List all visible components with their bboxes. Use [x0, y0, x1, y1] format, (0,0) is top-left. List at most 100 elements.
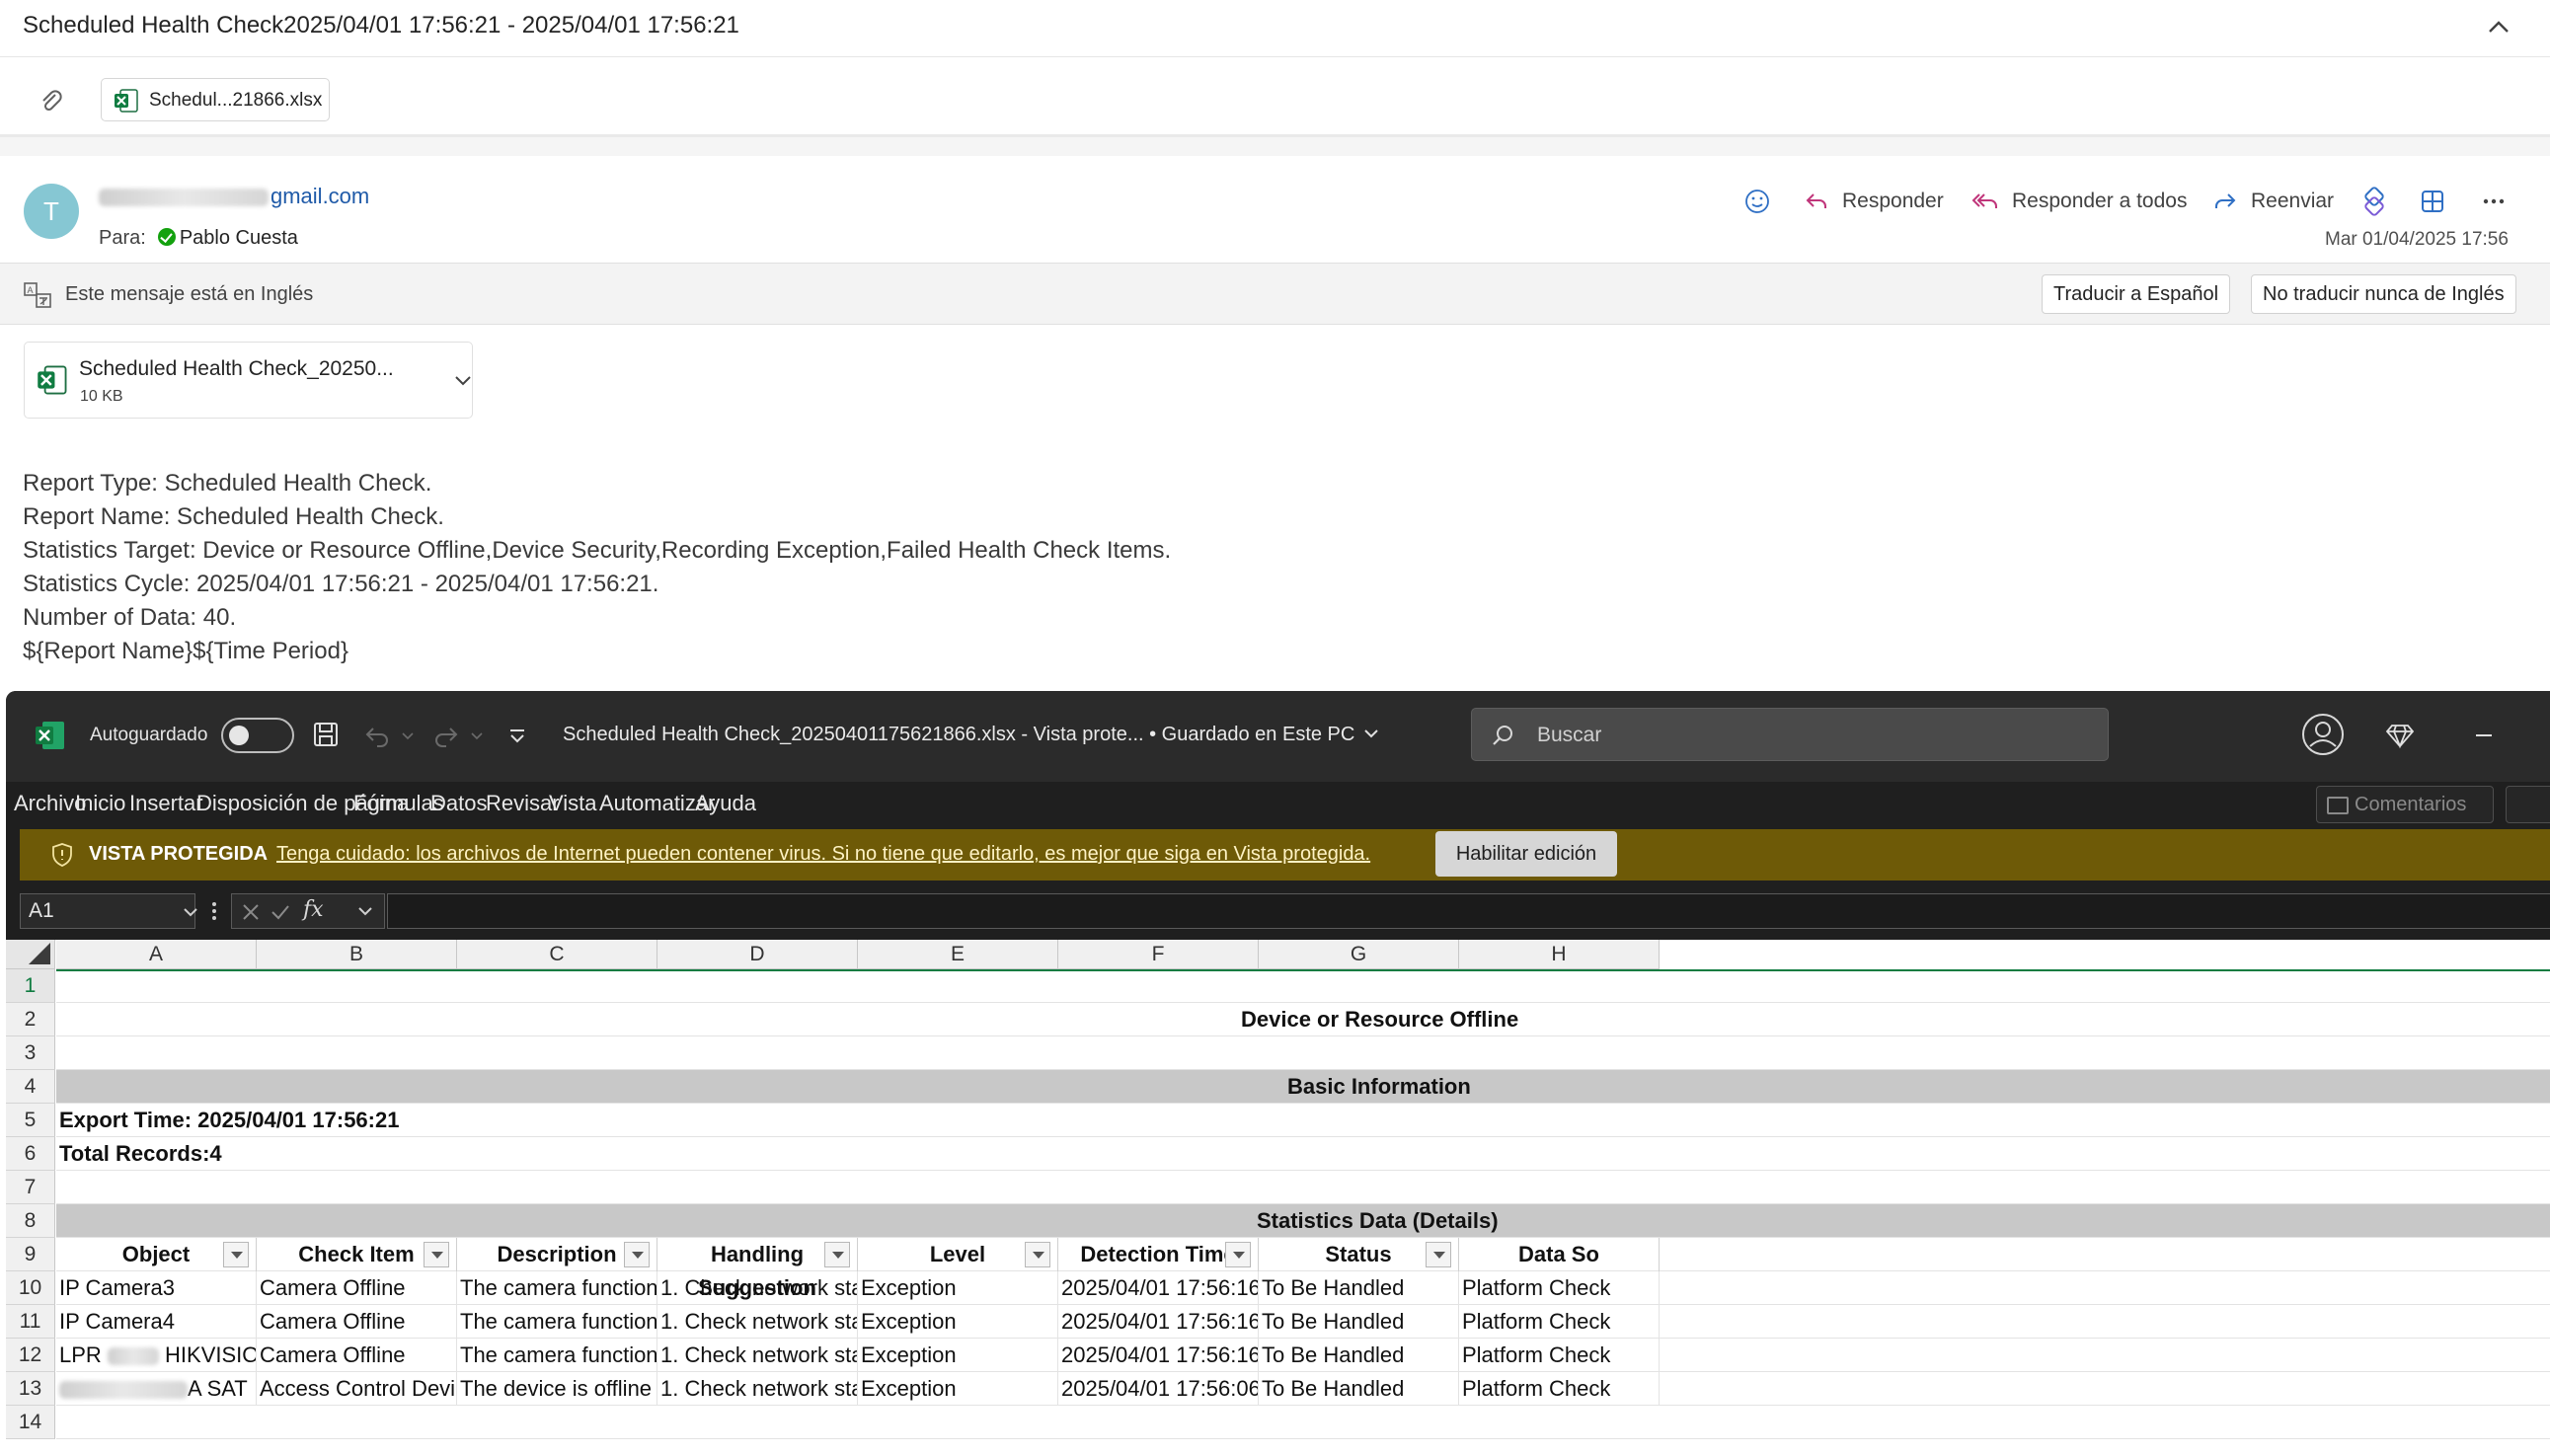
recipient-name[interactable]: Pablo Cuesta	[180, 227, 298, 249]
row-header[interactable]: 7	[6, 1171, 55, 1204]
cell-handling[interactable]: 1. Check network status betwe	[657, 1305, 858, 1339]
apps-button[interactable]	[2420, 182, 2457, 221]
save-icon[interactable]	[310, 719, 342, 750]
cell-level[interactable]: Exception	[858, 1271, 1058, 1305]
column-header-f[interactable]: F	[1058, 940, 1259, 969]
never-translate-button[interactable]: No traducir nunca de Inglés	[2251, 274, 2516, 314]
reply-button[interactable]: Responder	[1803, 182, 1944, 221]
confirm-icon[interactable]	[270, 901, 291, 923]
row-header[interactable]: 6	[6, 1137, 55, 1171]
cancel-icon[interactable]	[240, 901, 262, 923]
cell-check-item[interactable]: Access Control Device Offline	[257, 1372, 457, 1406]
cell-description[interactable]: The camera function is not ava	[457, 1305, 657, 1339]
cell-description[interactable]: The camera function is not ava	[457, 1339, 657, 1372]
reply-all-button[interactable]: Responder a todos	[1970, 182, 2187, 221]
cell-handling[interactable]: 1. Check network status betwe	[657, 1271, 858, 1305]
cell-data-source[interactable]: Platform Check	[1459, 1339, 1660, 1372]
row-header[interactable]: 2	[6, 1003, 55, 1036]
comments-button[interactable]: Comentarios	[2316, 786, 2494, 823]
row-header[interactable]: 9	[6, 1238, 55, 1271]
cell-level[interactable]: Exception	[858, 1305, 1058, 1339]
row-header[interactable]: 10	[6, 1271, 55, 1305]
cell-object[interactable]: LPR HIKVISION	[56, 1339, 257, 1372]
search-input[interactable]: Buscar	[1471, 708, 2109, 761]
menu-insertar[interactable]: Insertar	[129, 791, 203, 816]
formula-input[interactable]	[387, 893, 2550, 929]
row-header[interactable]: 11	[6, 1305, 55, 1339]
name-box[interactable]: A1	[20, 893, 197, 929]
loop-button[interactable]	[2359, 182, 2401, 221]
cell-status[interactable]: To Be Handled	[1259, 1372, 1459, 1406]
redo-icon[interactable]	[432, 723, 486, 750]
share-button[interactable]	[2506, 786, 2550, 823]
column-header-g[interactable]: G	[1259, 940, 1459, 969]
column-header-h[interactable]: H	[1459, 940, 1660, 969]
cell-detection-time[interactable]: 2025/04/01 17:56:16	[1058, 1339, 1259, 1372]
protected-view-message[interactable]: Tenga cuidado: los archivos de Internet …	[276, 843, 1370, 866]
enable-editing-button[interactable]: Habilitar edición	[1435, 831, 1617, 877]
cell-check-item[interactable]: Camera Offline	[257, 1339, 457, 1372]
cell-check-item[interactable]: Camera Offline	[257, 1271, 457, 1305]
vertical-dots-icon[interactable]	[208, 898, 220, 924]
row-header[interactable]: 13	[6, 1372, 55, 1406]
filter-dropdown-icon[interactable]	[223, 1242, 249, 1267]
cell-data-source[interactable]: Platform Check	[1459, 1372, 1660, 1406]
filter-dropdown-icon[interactable]	[824, 1242, 850, 1267]
cell-status[interactable]: To Be Handled	[1259, 1305, 1459, 1339]
cell-description[interactable]: The device is offline due to net	[457, 1372, 657, 1406]
row-header[interactable]: 5	[6, 1104, 55, 1137]
more-actions-button[interactable]	[2480, 182, 2519, 221]
chevron-down-icon[interactable]	[356, 904, 374, 920]
filter-dropdown-icon[interactable]	[424, 1242, 449, 1267]
cell-object[interactable]: IP Camera4	[56, 1305, 257, 1339]
cell-object[interactable]: A SAT	[56, 1372, 257, 1406]
cell-handling[interactable]: 1. Check network status betwe	[657, 1339, 858, 1372]
spreadsheet-grid[interactable]: A B C D E F G H 1 2 3 4 5 6 7 8 9 10 11 …	[6, 940, 2550, 1456]
cell-status[interactable]: To Be Handled	[1259, 1271, 1459, 1305]
cell-detection-time[interactable]: 2025/04/01 17:56:06	[1058, 1372, 1259, 1406]
filter-dropdown-icon[interactable]	[1225, 1242, 1251, 1267]
column-header-d[interactable]: D	[657, 940, 858, 969]
filter-dropdown-icon[interactable]	[624, 1242, 650, 1267]
document-title[interactable]: Scheduled Health Check_20250401175621866…	[563, 724, 1380, 746]
chevron-down-icon[interactable]	[181, 902, 200, 922]
row-header[interactable]: 12	[6, 1339, 55, 1372]
emoji-button[interactable]	[1743, 182, 1783, 221]
filter-dropdown-icon[interactable]	[1426, 1242, 1451, 1267]
cell-detection-time[interactable]: 2025/04/01 17:56:16	[1058, 1271, 1259, 1305]
premium-diamond-icon[interactable]	[2385, 721, 2415, 750]
cell-data-source[interactable]: Platform Check	[1459, 1271, 1660, 1305]
select-all-button[interactable]	[6, 940, 55, 969]
customize-toolbar-icon[interactable]	[505, 725, 529, 748]
cell-handling[interactable]: 1. Check network status betwe	[657, 1372, 858, 1406]
cell-object[interactable]: IP Camera3	[56, 1271, 257, 1305]
forward-button[interactable]: Reenviar	[2211, 182, 2334, 221]
row-header[interactable]: 14	[6, 1406, 55, 1439]
undo-icon[interactable]	[363, 723, 417, 750]
menu-inicio[interactable]: Inicio	[75, 791, 125, 816]
cell-description[interactable]: The camera function is not ava	[457, 1271, 657, 1305]
column-header-b[interactable]: B	[257, 940, 457, 969]
cell-check-item[interactable]: Camera Offline	[257, 1305, 457, 1339]
cell-data-source[interactable]: Platform Check	[1459, 1305, 1660, 1339]
translate-button[interactable]: Traducir a Español	[2042, 274, 2231, 314]
attachment-card[interactable]: Scheduled Health Check_20250... 10 KB	[24, 342, 473, 419]
menu-ayuda[interactable]: Ayuda	[695, 791, 756, 816]
account-icon[interactable]	[2301, 713, 2345, 756]
cell-level[interactable]: Exception	[858, 1339, 1058, 1372]
row-header[interactable]: 3	[6, 1036, 55, 1070]
cell-status[interactable]: To Be Handled	[1259, 1339, 1459, 1372]
filter-dropdown-icon[interactable]	[1025, 1242, 1050, 1267]
menu-vista[interactable]: Vista	[549, 791, 597, 816]
chevron-up-icon[interactable]	[2481, 10, 2516, 45]
row-header[interactable]: 4	[6, 1070, 55, 1104]
cell-detection-time[interactable]: 2025/04/01 17:56:16	[1058, 1305, 1259, 1339]
column-header-c[interactable]: C	[457, 940, 657, 969]
cell-level[interactable]: Exception	[858, 1372, 1058, 1406]
column-header-e[interactable]: E	[858, 940, 1058, 969]
attachment-chip[interactable]: Schedul...21866.xlsx	[101, 78, 330, 121]
menu-datos[interactable]: Datos	[430, 791, 487, 816]
insert-function-icon[interactable]: fx	[303, 897, 324, 922]
row-header[interactable]: 1	[6, 969, 55, 1003]
column-header-a[interactable]: A	[56, 940, 257, 969]
